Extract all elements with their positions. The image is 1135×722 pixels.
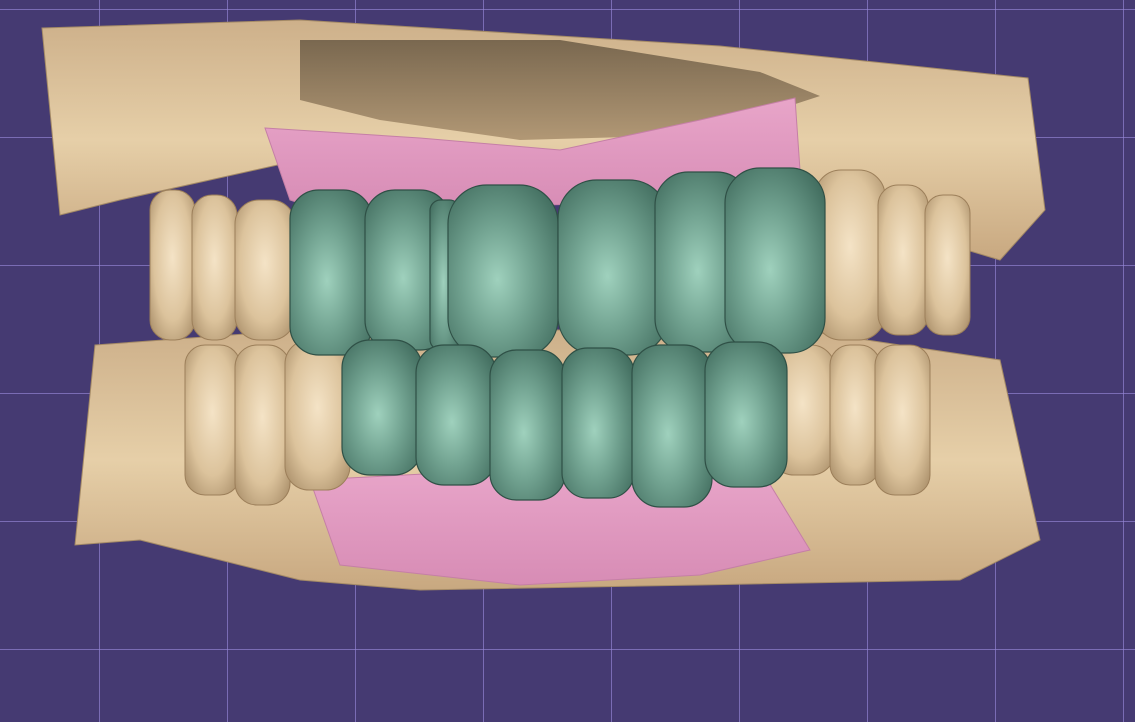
lower-restoration-tooth-2[interactable]: [415, 344, 497, 486]
lower-restoration-tooth-6[interactable]: [704, 341, 788, 488]
left-lower-natural-teeth: [184, 339, 351, 506]
upper-restoration-tooth-7[interactable]: [724, 167, 826, 354]
left-upper-natural-teeth: [149, 189, 296, 341]
upper-restoration-tooth-5[interactable]: [557, 179, 669, 356]
dental-model-scene[interactable]: [0, 0, 1135, 722]
lower-restoration-tooth-4[interactable]: [561, 347, 635, 499]
right-upper-natural-teeth: [814, 169, 971, 341]
lower-restoration-tooth-3[interactable]: [489, 349, 566, 501]
right-lower-natural-teeth: [769, 344, 931, 496]
3d-viewport[interactable]: [0, 0, 1135, 722]
upper-restoration-tooth-1[interactable]: [289, 189, 373, 356]
upper-restoration-tooth-4[interactable]: [447, 184, 559, 358]
lower-restoration-tooth-1[interactable]: [341, 339, 423, 476]
lower-restoration-tooth-5[interactable]: [631, 344, 713, 508]
